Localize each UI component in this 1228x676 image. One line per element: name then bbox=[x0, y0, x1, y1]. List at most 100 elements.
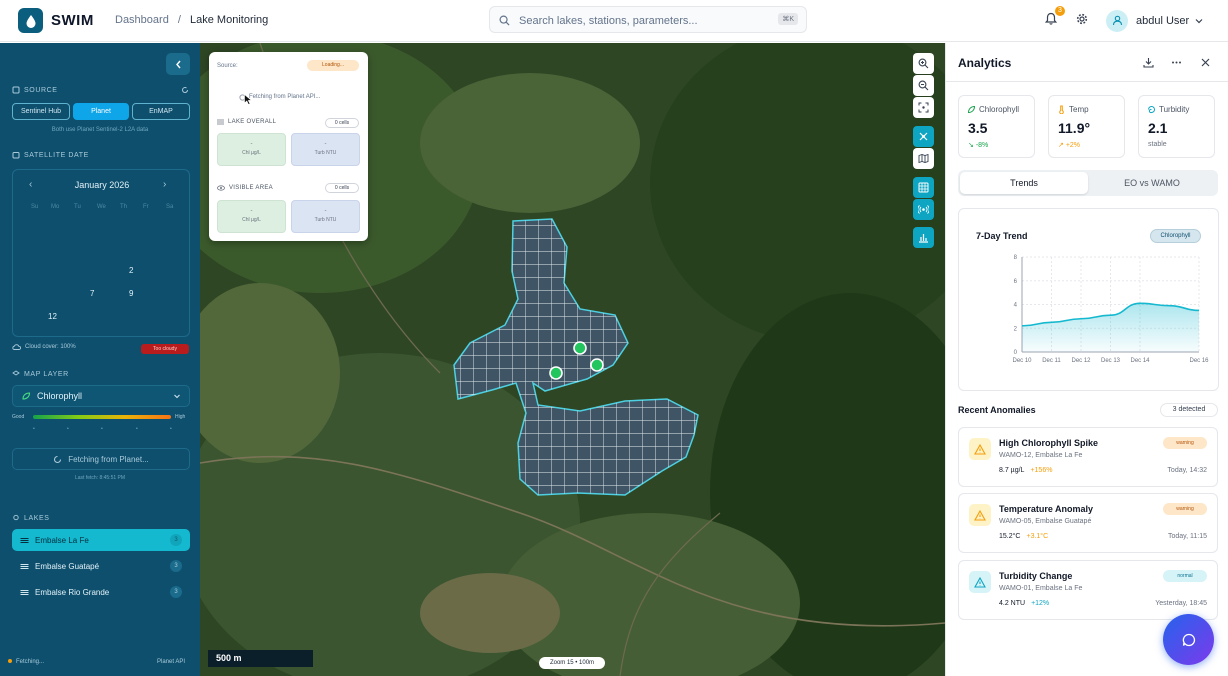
severity-badge: normal bbox=[1163, 570, 1207, 582]
grid-layer-button[interactable] bbox=[913, 177, 934, 198]
y-tick-label: 2 bbox=[1014, 326, 1018, 332]
x-tick-label: Dec 16 bbox=[1189, 358, 1209, 364]
chlorophyll-legend-gradient bbox=[33, 415, 171, 419]
tile-unit: Turb NTU bbox=[314, 217, 337, 223]
zoom-in-button[interactable] bbox=[913, 53, 934, 74]
kpi-card-temp[interactable]: Temp 11.9° ↗ +2% bbox=[1048, 95, 1125, 158]
anomaly-card[interactable]: Temperature Anomaly WAMO-05, Embalse Gua… bbox=[958, 493, 1218, 553]
map-pin-icon bbox=[13, 514, 19, 521]
spinner-icon bbox=[54, 455, 62, 463]
kpi-value: 3.5 bbox=[968, 120, 988, 136]
lake-overall-text: LAKE OVERALL bbox=[228, 119, 277, 125]
anomaly-time: Today, 14:32 bbox=[1167, 467, 1207, 474]
user-menu[interactable]: abdul User bbox=[1106, 8, 1203, 33]
anomaly-station: WAMO-01, Embalse La Fe bbox=[999, 585, 1083, 592]
map-layer-select[interactable]: Chlorophyll bbox=[12, 385, 190, 407]
y-tick-label: 4 bbox=[1014, 303, 1018, 309]
satellite-date-label: SATELLITE DATE bbox=[12, 151, 89, 159]
breadcrumb-dashboard[interactable]: Dashboard bbox=[115, 14, 169, 26]
collapse-sidebar-button[interactable] bbox=[166, 53, 190, 75]
more-options-icon[interactable] bbox=[1171, 57, 1182, 68]
kpi-card-chlorophyll[interactable]: Chlorophyll 3.5 ↘ -8% bbox=[958, 95, 1035, 158]
zoom-out-button[interactable] bbox=[913, 75, 934, 96]
anomaly-card[interactable]: Turbidity Change WAMO-01, Embalse La Fe … bbox=[958, 560, 1218, 620]
weekday-label: Fr bbox=[143, 204, 149, 210]
zoom-in-icon bbox=[918, 58, 929, 69]
water-drop-logo-icon[interactable] bbox=[18, 8, 43, 33]
bell-icon[interactable] bbox=[1044, 12, 1058, 28]
station-marker[interactable] bbox=[590, 358, 604, 372]
close-icon[interactable] bbox=[1200, 57, 1211, 68]
weekday-label: Tu bbox=[74, 204, 81, 210]
bar-chart-icon bbox=[919, 234, 928, 243]
lake-item-embalse-guatape[interactable]: Embalse Guatapé 3 bbox=[12, 555, 190, 577]
lakes-label-text: LAKES bbox=[24, 514, 50, 522]
anomaly-value-text: 8.7 µg/L bbox=[999, 467, 1025, 474]
calendar-day[interactable]: 7 bbox=[90, 289, 94, 298]
chat-assistant-button[interactable] bbox=[1163, 614, 1214, 665]
chat-icon bbox=[1182, 633, 1195, 646]
leaf-icon bbox=[967, 105, 976, 114]
kpi-change-text: +2% bbox=[1065, 142, 1081, 149]
satellite-icon bbox=[919, 132, 928, 141]
visible-turb-tile: - Turb NTU bbox=[291, 200, 360, 233]
cloud-cover-text: Cloud cover: 100% bbox=[25, 344, 76, 350]
source-section-label: SOURCE bbox=[12, 86, 58, 94]
weekday-label: We bbox=[97, 204, 106, 210]
anomaly-value-text: 4.2 NTU bbox=[999, 600, 1026, 607]
stations-layer-button[interactable] bbox=[913, 199, 934, 220]
status-dot bbox=[8, 659, 12, 663]
source-sentinel-hub-button[interactable]: Sentinel Hub bbox=[12, 103, 70, 120]
lake-item-embalse-la-fe[interactable]: Embalse La Fe 3 bbox=[12, 529, 190, 551]
lake-item-embalse-rio-grande[interactable]: Embalse Rio Grande 3 bbox=[12, 581, 190, 603]
user-icon bbox=[1112, 15, 1122, 26]
crosshair-icon bbox=[918, 102, 929, 113]
next-month-icon[interactable]: › bbox=[163, 179, 166, 190]
tab-eo-vs-wamo[interactable]: EO vs WAMO bbox=[1088, 172, 1216, 194]
tile-unit: Chl µg/L bbox=[242, 150, 261, 156]
chevron-down-icon bbox=[1195, 18, 1203, 23]
footer-status-text: Fetching... bbox=[16, 659, 45, 665]
anomaly-value: 8.7 µg/L +156% bbox=[999, 467, 1052, 474]
zoom-level-indicator: Zoom 15 • 100m bbox=[539, 657, 605, 669]
anomaly-title: Temperature Anomaly bbox=[999, 504, 1094, 514]
lake-name: Embalse La Fe bbox=[35, 535, 89, 545]
calendar-day[interactable]: 9 bbox=[129, 289, 133, 298]
kpi-value: 11.9° bbox=[1058, 120, 1091, 136]
x-tick-label: Dec 13 bbox=[1101, 358, 1121, 364]
source-planet-button[interactable]: Planet bbox=[73, 103, 129, 120]
sidebar: SOURCE Sentinel Hub Planet EnMAP Both us… bbox=[0, 43, 200, 676]
waves-icon bbox=[217, 119, 224, 125]
search-input[interactable]: Search lakes, stations, parameters... ⌘K bbox=[489, 6, 807, 33]
leaf-icon bbox=[22, 392, 31, 400]
trend-chart-card: 7-Day Trend Chlorophyll 0 2 4 6 8 Dec 10 Dec 1… bbox=[958, 208, 1219, 391]
tile-value: - bbox=[250, 141, 253, 147]
fetch-button[interactable]: Fetching from Planet... bbox=[12, 448, 190, 470]
map-view-button[interactable] bbox=[913, 148, 934, 169]
station-marker[interactable] bbox=[549, 366, 563, 380]
station-marker[interactable] bbox=[573, 341, 587, 355]
weekday-label: Sa bbox=[166, 204, 174, 210]
date-calendar: ‹ January 2026 › Su Mo Tu We Th Fr Sa 2 … bbox=[12, 169, 190, 337]
legend-low-label: Good bbox=[12, 414, 25, 420]
calendar-day[interactable]: 12 bbox=[48, 312, 57, 321]
footer-status: Fetching... bbox=[8, 659, 44, 665]
kpi-card-turbidity[interactable]: Turbidity 2.1 stable bbox=[1138, 95, 1215, 158]
calendar-day[interactable]: 2 bbox=[129, 266, 133, 275]
tab-trends[interactable]: Trends bbox=[960, 172, 1088, 194]
analytics-toggle-button[interactable] bbox=[913, 227, 934, 248]
satellite-view-button[interactable] bbox=[913, 126, 934, 147]
tile-value: - bbox=[324, 208, 327, 214]
refresh-icon[interactable] bbox=[181, 86, 189, 94]
source-enmap-button[interactable]: EnMAP bbox=[132, 103, 190, 120]
recenter-button[interactable] bbox=[913, 97, 934, 118]
swirl-icon bbox=[1148, 106, 1155, 114]
popup-fetching-text: Fetching from Planet API... bbox=[249, 94, 321, 100]
anomaly-card[interactable]: High Chlorophyll Spike WAMO-12, Embalse … bbox=[958, 427, 1218, 487]
tile-value: - bbox=[250, 208, 253, 214]
cloud-cover-status: Cloud cover: 100% bbox=[12, 344, 76, 350]
lake-turb-tile: - Turb NTU bbox=[291, 133, 360, 166]
info-icon bbox=[969, 571, 991, 593]
download-icon[interactable] bbox=[1143, 57, 1154, 68]
gear-icon[interactable] bbox=[1076, 13, 1088, 28]
